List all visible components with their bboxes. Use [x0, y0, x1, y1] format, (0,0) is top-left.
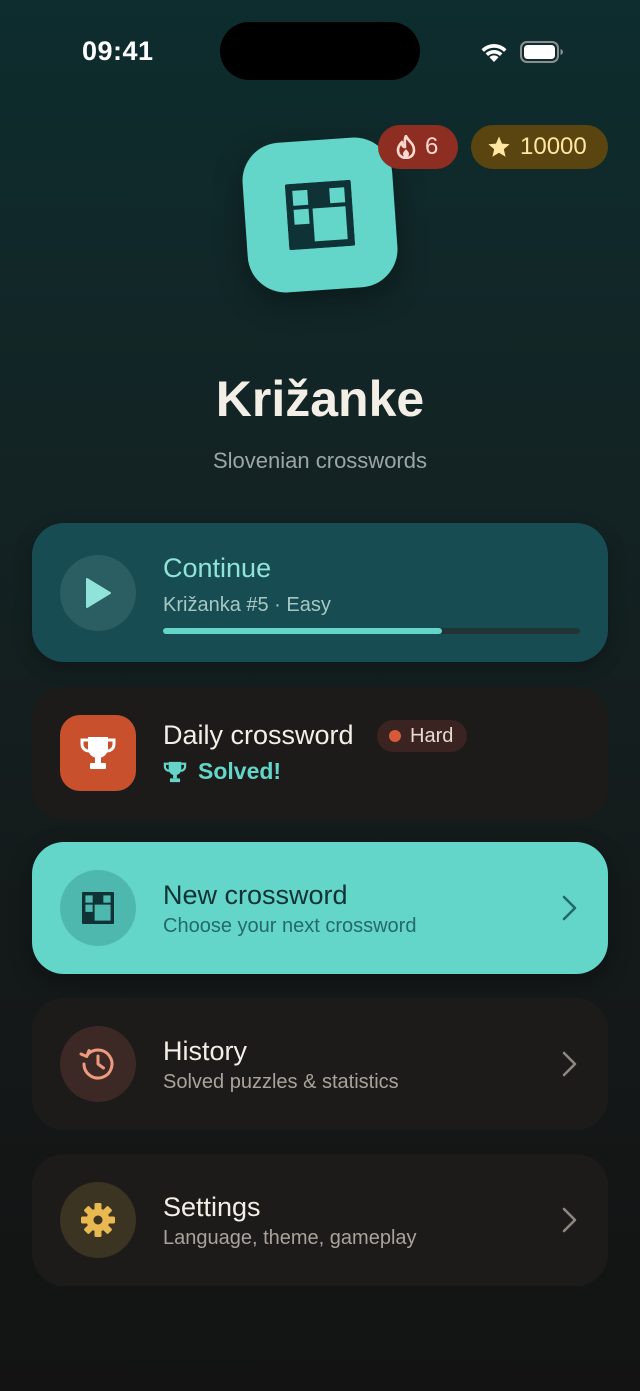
dynamic-island [220, 22, 420, 80]
chevron-right-icon [562, 1051, 577, 1077]
settings-subtitle: Language, theme, gameplay [163, 1227, 417, 1249]
app-title: Križanke [215, 371, 425, 427]
play-button[interactable] [60, 555, 136, 631]
streak-count: 6 [425, 133, 439, 160]
app-logo [239, 134, 401, 296]
crossword-grid-icon [82, 892, 114, 924]
streak-badge[interactable]: 6 [378, 125, 458, 169]
battery-icon [520, 41, 563, 63]
status-bar: 09:41 [0, 0, 640, 100]
trophy-icon [80, 737, 116, 769]
difficulty-dot [389, 730, 401, 742]
play-icon [86, 578, 111, 608]
gear-icon [81, 1203, 115, 1237]
chevron-right-icon [562, 895, 577, 921]
chevron-right-icon [562, 1207, 577, 1233]
continue-subtitle: Križanka #5 · Easy [163, 594, 331, 616]
solved-status: Solved! [163, 758, 281, 785]
settings-card[interactable]: Settings Language, theme, gameplay [32, 1154, 608, 1286]
star-icon [488, 136, 510, 157]
solved-label: Solved! [198, 758, 282, 784]
history-title: History [163, 1036, 248, 1066]
settings-title: Settings [163, 1192, 261, 1222]
stars-count: 10000 [520, 133, 587, 160]
settings-icon-circle [60, 1182, 136, 1258]
new-crossword-subtitle: Choose your next crossword [163, 915, 417, 937]
history-icon-circle [60, 1026, 136, 1102]
daily-crossword-card[interactable]: Daily crossword Hard Solved! [32, 687, 608, 819]
history-subtitle: Solved puzzles & statistics [163, 1071, 399, 1093]
status-time: 09:41 [82, 36, 154, 66]
difficulty-badge: Hard [377, 720, 468, 752]
difficulty-label: Hard [410, 724, 454, 747]
continue-card[interactable]: Continue Križanka #5 · Easy [32, 523, 608, 662]
daily-title: Daily crossword [163, 720, 354, 750]
history-card[interactable]: History Solved puzzles & statistics [32, 998, 608, 1130]
new-crossword-icon-circle [60, 870, 136, 946]
history-icon [79, 1048, 114, 1080]
stars-badge[interactable]: 10000 [471, 125, 608, 169]
crossword-grid-icon [284, 179, 356, 251]
flame-icon [396, 135, 416, 159]
trophy-icon [163, 761, 187, 782]
continue-title: Continue [163, 553, 272, 583]
daily-trophy-tile [60, 715, 136, 791]
progress-fill [163, 628, 443, 634]
progress-bar [163, 628, 580, 634]
app-subtitle: Slovenian crosswords [213, 448, 427, 473]
new-crossword-title: New crossword [163, 880, 348, 910]
wifi-icon [481, 44, 507, 62]
new-crossword-card[interactable]: New crossword Choose your next crossword [32, 842, 608, 974]
